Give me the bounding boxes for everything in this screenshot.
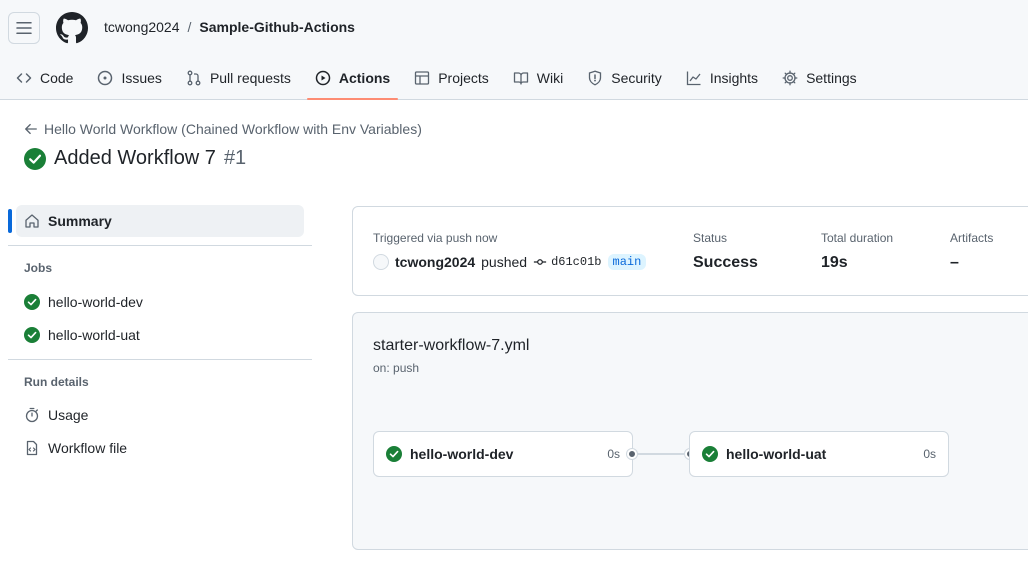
- sidebar-item-label: Summary: [48, 213, 112, 229]
- sidebar-item-label: Usage: [48, 407, 89, 423]
- status-value: Success: [693, 254, 758, 271]
- code-icon: [16, 73, 32, 83]
- breadcrumb: tcwong2024 / Sample-Github-Actions: [104, 19, 355, 35]
- job-label: hello-world-dev: [48, 294, 143, 310]
- tab-projects[interactable]: Projects: [406, 56, 497, 100]
- sidebar-item-usage[interactable]: Usage: [8, 399, 312, 431]
- trigger-details: tcwong2024 pushed d61c01b main: [373, 254, 647, 270]
- tab-label: Insights: [709, 70, 759, 86]
- sidebar-job-hello-world-dev[interactable]: hello-world-dev: [8, 286, 312, 318]
- sidebar-item-summary[interactable]: Summary: [8, 205, 304, 237]
- arrow-left-icon: [25, 123, 37, 135]
- pull-request-icon: [187, 70, 201, 86]
- check-circle-fill-icon: [386, 446, 402, 462]
- commit-sha: d61c01b: [551, 255, 602, 269]
- tab-pull-requests[interactable]: Pull requests: [178, 56, 299, 100]
- connector-dot: [627, 449, 637, 459]
- check-circle-fill-icon: [24, 294, 40, 310]
- duration-value: 19s: [821, 254, 848, 271]
- run-sidebar: Summary Jobs hello-world-dev hello-world…: [8, 205, 312, 464]
- commit-icon: [533, 259, 547, 265]
- tab-label: Settings: [806, 70, 857, 86]
- check-circle-fill-icon: [24, 327, 40, 343]
- stopwatch-icon: [25, 407, 39, 423]
- duration-label: Total duration: [821, 231, 894, 245]
- tab-label: Projects: [438, 70, 489, 86]
- sidebar-item-workflow-file[interactable]: Workflow file: [8, 432, 312, 464]
- job-name: hello-world-uat: [726, 446, 827, 462]
- job-duration: 0s: [607, 447, 620, 461]
- run-details-heading: Run details: [24, 375, 89, 389]
- github-logo-icon[interactable]: [56, 12, 88, 44]
- run-number: #1: [223, 147, 247, 169]
- graph-job-hello-world-uat[interactable]: hello-world-uat 0s: [689, 431, 949, 477]
- repo-header: tcwong2024 / Sample-Github-Actions Code …: [0, 0, 1028, 100]
- workflow-name: Hello World Workflow (Chained Workflow w…: [44, 121, 422, 137]
- repo-owner-link[interactable]: tcwong2024: [104, 19, 180, 35]
- job-label: hello-world-uat: [48, 327, 140, 343]
- workflow-back-link[interactable]: Hello World Workflow (Chained Workflow w…: [24, 121, 422, 137]
- issue-icon: [98, 70, 113, 86]
- trigger-action: pushed: [481, 254, 528, 270]
- avatar[interactable]: [373, 254, 389, 270]
- jobs-heading: Jobs: [24, 261, 53, 275]
- status-label: Status: [693, 231, 728, 245]
- tab-issues[interactable]: Issues: [89, 56, 169, 100]
- book-icon: [513, 72, 528, 85]
- play-icon: [315, 70, 331, 86]
- tab-label: Code: [40, 70, 74, 86]
- branch-badge[interactable]: main: [607, 254, 647, 270]
- tab-actions[interactable]: Actions: [306, 56, 399, 100]
- sidebar-item-label: Workflow file: [48, 440, 128, 456]
- commit-sha-link[interactable]: d61c01b: [533, 255, 602, 269]
- shield-icon: [589, 70, 602, 86]
- graph-icon: [686, 71, 701, 86]
- graph-job-hello-world-dev[interactable]: hello-world-dev 0s: [373, 431, 633, 477]
- job-name: hello-world-dev: [410, 446, 514, 462]
- job-duration: 0s: [923, 447, 936, 461]
- tab-label: Issues: [121, 70, 162, 86]
- table-icon: [415, 71, 430, 85]
- tab-label: Actions: [338, 70, 391, 86]
- workflow-graph: starter-workflow-7.yml on: push hello-wo…: [352, 312, 1028, 550]
- home-icon: [25, 214, 39, 228]
- tab-code[interactable]: Code: [8, 56, 81, 100]
- run-title: Added Workflow 7: [54, 147, 216, 169]
- breadcrumb-separator: /: [187, 19, 192, 35]
- tab-security[interactable]: Security: [579, 56, 670, 100]
- file-code-icon: [26, 440, 38, 456]
- divider: [8, 245, 312, 246]
- check-circle-fill-icon: [24, 147, 46, 170]
- tab-label: Security: [611, 70, 662, 86]
- check-circle-fill-icon: [702, 446, 718, 462]
- gear-icon: [782, 70, 798, 86]
- job-connector: [632, 453, 690, 455]
- tab-insights[interactable]: Insights: [678, 56, 766, 100]
- tab-label: Pull requests: [209, 70, 291, 86]
- workflow-trigger: on: push: [373, 361, 420, 375]
- repo-name-link[interactable]: Sample-Github-Actions: [199, 19, 355, 35]
- tab-label: Wiki: [536, 70, 564, 86]
- run-summary-card: Triggered via push now tcwong2024 pushed…: [352, 206, 1028, 296]
- hamburger-icon: [16, 22, 32, 34]
- menu-button[interactable]: [8, 12, 40, 44]
- trigger-label: Triggered via push now: [373, 231, 498, 245]
- artifacts-value: –: [950, 254, 959, 271]
- artifacts-label: Artifacts: [950, 231, 994, 245]
- sidebar-job-hello-world-uat[interactable]: hello-world-uat: [8, 319, 312, 351]
- tab-settings[interactable]: Settings: [774, 56, 865, 100]
- tab-wiki[interactable]: Wiki: [505, 56, 571, 100]
- repo-nav-tabs: Code Issues Pull requests Actions Projec…: [8, 56, 873, 100]
- workflow-file-name: starter-workflow-7.yml: [373, 337, 530, 354]
- actor-link[interactable]: tcwong2024: [395, 254, 475, 270]
- page-title: Added Workflow 7 #1: [24, 147, 246, 170]
- divider: [8, 359, 312, 360]
